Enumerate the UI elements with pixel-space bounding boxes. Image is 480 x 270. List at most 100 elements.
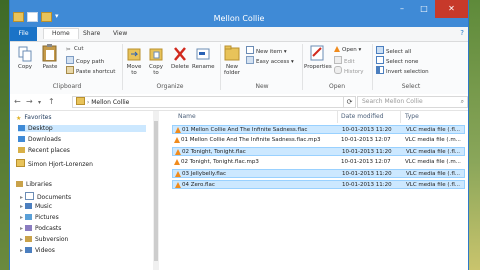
nav-favorites[interactable]: ★ Favorites [16,114,52,122]
nav-subversion[interactable]: ▸ Subversion [20,236,68,243]
minimize-button[interactable]: – [391,0,413,18]
libraries-icon [16,181,23,187]
recent-locations-button[interactable]: ▾ [38,99,41,106]
tab-share[interactable]: Share [83,30,100,37]
group-label-organize: Organize [156,83,184,90]
copy-to-icon [149,48,163,61]
nav-user[interactable]: Simon Hjort-Lorenzen [16,159,93,168]
nav-music[interactable]: ▸ Music [20,203,52,210]
nav-podcasts[interactable]: ▸ Podcasts [20,225,61,232]
ribbon: Copy Paste ✂ Cut Copy path Paste shortcut… [10,42,468,95]
nav-libraries[interactable]: Libraries [16,181,52,188]
vlc-icon [334,46,340,52]
user-folder-icon [16,159,25,167]
column-header-name[interactable]: Name [178,113,196,120]
group-label-select: Select [401,83,421,90]
search-input[interactable]: Search Mellon Collie ⌕ [357,96,468,108]
paste-button[interactable]: Paste [38,44,62,70]
chevron-right-icon: ▸ [20,214,24,221]
edit-button[interactable]: Edit [334,56,355,65]
paste-shortcut-button[interactable]: Paste shortcut [66,66,115,75]
delete-button[interactable]: Delete [170,46,190,70]
help-icon[interactable]: ? [460,29,464,37]
ribbon-tabs: File Home Share View ? [10,27,468,42]
folder-icon [76,97,85,105]
tab-view[interactable]: View [113,30,127,37]
column-header-date[interactable]: Date modified [341,113,384,120]
podcasts-icon [24,225,32,231]
properties-icon [310,45,324,61]
move-to-button[interactable]: Move to [124,46,144,76]
tab-file[interactable]: File [10,27,37,41]
properties-button[interactable]: Properties [304,44,332,70]
group-label-clipboard: Clipboard [52,83,82,90]
file-row[interactable]: 02 Tonight, Tonight.flac.mp3 10-01-2013 … [172,158,465,167]
new-folder-icon [224,45,240,61]
file-row[interactable]: 04 Zero.flac 10-01-2013 11:20 VLC media … [172,180,465,189]
copy-path-button[interactable]: Copy path [66,56,104,65]
nav-downloads[interactable]: Downloads [18,136,61,143]
vlc-icon [174,159,180,165]
breadcrumb[interactable]: Mellon Collie [91,99,129,106]
easy-access-button[interactable]: Easy access ▾ [246,56,294,65]
vlc-icon [175,182,181,188]
vlc-icon [175,127,181,133]
nav-desktop[interactable]: Desktop [18,125,146,132]
forward-button[interactable]: → [26,97,33,106]
desktop-background-left [0,0,9,270]
copy-to-button[interactable]: Copy to [146,46,166,76]
scrollbar-thumb[interactable] [154,121,158,261]
nav-recent-places[interactable]: Recent places [18,147,70,154]
edit-icon [334,56,342,64]
file-row[interactable]: 03 Jellybelly.flac 10-01-2013 11:20 VLC … [172,169,465,178]
history-button[interactable]: History [334,66,364,75]
chevron-right-icon: ▸ [20,236,24,243]
chevron-right-icon: ▸ [20,225,24,232]
title-bar[interactable]: ▾ Mellon Collie – □ ✕ [10,0,468,27]
select-none-icon [376,56,384,64]
file-list: Name Date modified Type 01 Mellon Collie… [160,111,468,270]
paste-shortcut-icon [66,66,74,74]
cut-button[interactable]: ✂ Cut [66,46,83,53]
maximize-button[interactable]: □ [413,0,435,18]
vlc-icon [175,171,181,177]
new-item-icon [246,46,254,54]
vlc-icon [174,137,180,143]
navigation-pane: ★ Favorites Desktop Downloads Recent plac… [10,111,152,270]
tab-home[interactable]: Home [43,28,79,39]
easy-access-icon [246,56,254,64]
chevron-right-icon: ▸ [20,247,24,254]
navigation-scrollbar[interactable] [153,111,159,270]
subversion-icon [24,236,32,242]
up-button[interactable]: ↑ [48,97,55,106]
back-button[interactable]: ← [14,97,21,106]
copy-path-icon [66,56,74,64]
search-icon: ⌕ [460,98,464,105]
close-button[interactable]: ✕ [435,0,468,18]
select-all-icon [376,46,384,54]
open-button[interactable]: Open ▾ [334,46,361,53]
nav-documents[interactable]: ▸ Documents [20,192,71,201]
file-row[interactable]: 01 Mellon Collie And The Infinite Sadnes… [172,136,465,145]
rename-button[interactable]: Rename [192,46,215,70]
column-header-type[interactable]: Type [405,113,419,120]
recent-places-icon [18,147,25,153]
select-none-button[interactable]: Select none [376,56,418,65]
new-folder-button[interactable]: New folder [222,44,242,76]
select-all-button[interactable]: Select all [376,46,411,55]
refresh-button[interactable]: ⟳ [343,96,356,108]
nav-videos[interactable]: ▸ Videos [20,247,55,254]
file-row[interactable]: 01 Mellon Collie And The Infinite Sadnes… [172,125,465,134]
file-row[interactable]: 02 Tonight, Tonight.flac 10-01-2013 11:2… [172,147,465,156]
copy-icon [18,46,32,62]
music-icon [24,203,32,209]
scissors-icon: ✂ [66,47,71,53]
chevron-right-icon: ▸ [20,194,24,201]
invert-selection-button[interactable]: Invert selection [376,66,429,75]
clipboard-icon [42,44,57,62]
new-item-button[interactable]: New item ▾ [246,46,287,55]
address-field[interactable]: › Mellon Collie [72,96,344,108]
explorer-window: ▾ Mellon Collie – □ ✕ File Home Share Vi… [9,0,469,270]
nav-pictures[interactable]: ▸ Pictures [20,214,59,221]
copy-button[interactable]: Copy [14,46,36,70]
